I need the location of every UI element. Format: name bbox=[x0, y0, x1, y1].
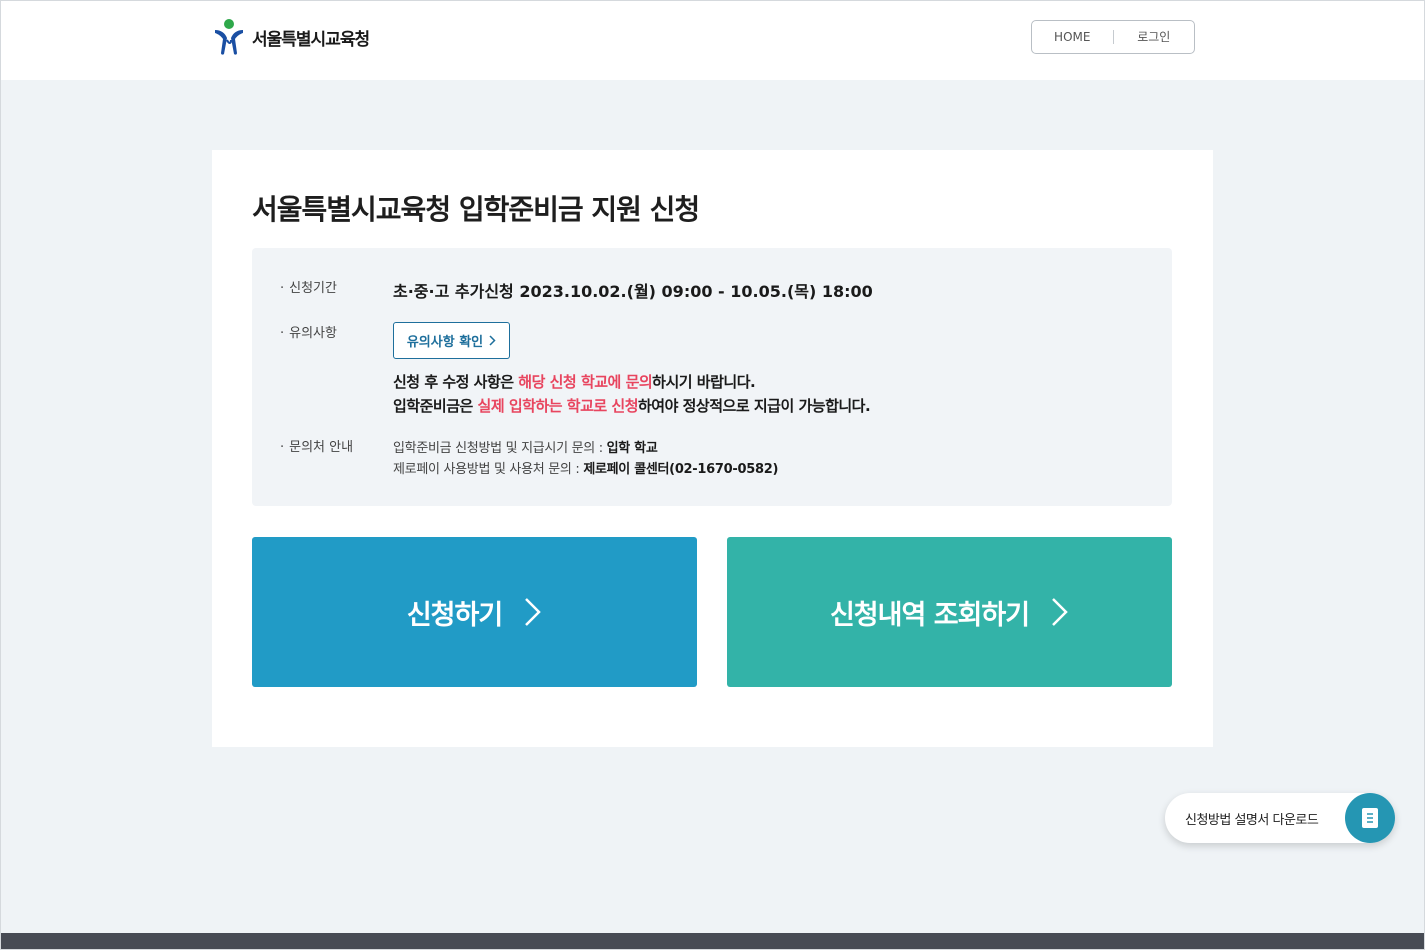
chevron-right-icon bbox=[489, 335, 496, 346]
notice-line-1: 신청 후 수정 사항은 해당 신청 학교에 문의하시기 바랍니다. bbox=[393, 371, 756, 392]
manual-download-label: 신청방법 설명서 다운로드 bbox=[1185, 813, 1319, 828]
notice-line-1-highlight: 해당 신청 학교에 문의 bbox=[518, 373, 653, 391]
logo-text: 서울특별시교육청 bbox=[252, 29, 370, 50]
notice-line-1-text: 신청 후 수정 사항은 bbox=[393, 373, 519, 391]
chevron-right-icon bbox=[525, 598, 541, 626]
home-link[interactable]: HOME bbox=[1032, 21, 1113, 53]
notice-line-1-tail: 하시기 바랍니다. bbox=[652, 373, 756, 391]
contact-line-2-strong: 제로페이 콜센터(02-1670-0582) bbox=[583, 462, 779, 477]
notice-check-button[interactable]: 유의사항 확인 bbox=[393, 322, 510, 359]
contact-line-2: 제로페이 사용방법 및 사용처 문의 : 제로페이 콜센터(02-1670-05… bbox=[393, 458, 778, 477]
apply-button[interactable]: 신청하기 bbox=[252, 537, 697, 687]
notice-check-button-label: 유의사항 확인 bbox=[406, 335, 484, 350]
contact-line-2-text: 제로페이 사용방법 및 사용처 문의 : bbox=[393, 462, 584, 477]
notice-line-2: 입학준비금은 실제 입학하는 학교로 신청하여야 정상적으로 지급이 가능합니다… bbox=[393, 395, 871, 416]
contact-line-1: 입학준비금 신청방법 및 지급시기 문의 : 입학 학교 bbox=[393, 437, 658, 456]
lookup-button[interactable]: 신청내역 조회하기 bbox=[727, 537, 1172, 687]
contact-label: 문의처 안내 bbox=[280, 436, 353, 455]
info-box: 신청기간 초·중·고 추가신청 2023.10.02.(월) 09:00 - 1… bbox=[252, 248, 1172, 506]
notice-line-2-tail: 하여야 정상적으로 지급이 가능합니다. bbox=[638, 397, 871, 415]
contact-line-1-strong: 입학 학교 bbox=[606, 441, 658, 456]
period-label: 신청기간 bbox=[280, 277, 337, 296]
chevron-right-icon bbox=[1052, 598, 1068, 626]
logo[interactable]: 서울특별시교육청 bbox=[212, 18, 370, 56]
document-icon[interactable] bbox=[1345, 793, 1395, 843]
contact-line-1-text: 입학준비금 신청방법 및 지급시기 문의 : bbox=[393, 441, 607, 456]
apply-button-label: 신청하기 bbox=[406, 599, 503, 631]
lookup-button-label: 신청내역 조회하기 bbox=[829, 599, 1030, 631]
top-nav: HOME 로그인 bbox=[1031, 20, 1195, 54]
manual-download-button[interactable]: 신청방법 설명서 다운로드 bbox=[1165, 793, 1395, 843]
site-footer bbox=[0, 933, 1425, 950]
login-link[interactable]: 로그인 bbox=[1114, 21, 1195, 53]
notice-line-2-highlight: 실제 입학하는 학교로 신청 bbox=[477, 397, 639, 415]
notice-line-2-text: 입학준비금은 bbox=[393, 397, 478, 415]
site-header: 서울특별시교육청 HOME 로그인 bbox=[0, 0, 1425, 80]
period-value: 초·중·고 추가신청 2023.10.02.(월) 09:00 - 10.05.… bbox=[393, 282, 873, 301]
main-card: 서울특별시교육청 입학준비금 지원 신청 신청기간 초·중·고 추가신청 202… bbox=[212, 150, 1213, 747]
notice-label: 유의사항 bbox=[280, 322, 337, 341]
page-title: 서울특별시교육청 입학준비금 지원 신청 bbox=[252, 193, 700, 226]
logo-emblem-icon bbox=[215, 19, 243, 55]
